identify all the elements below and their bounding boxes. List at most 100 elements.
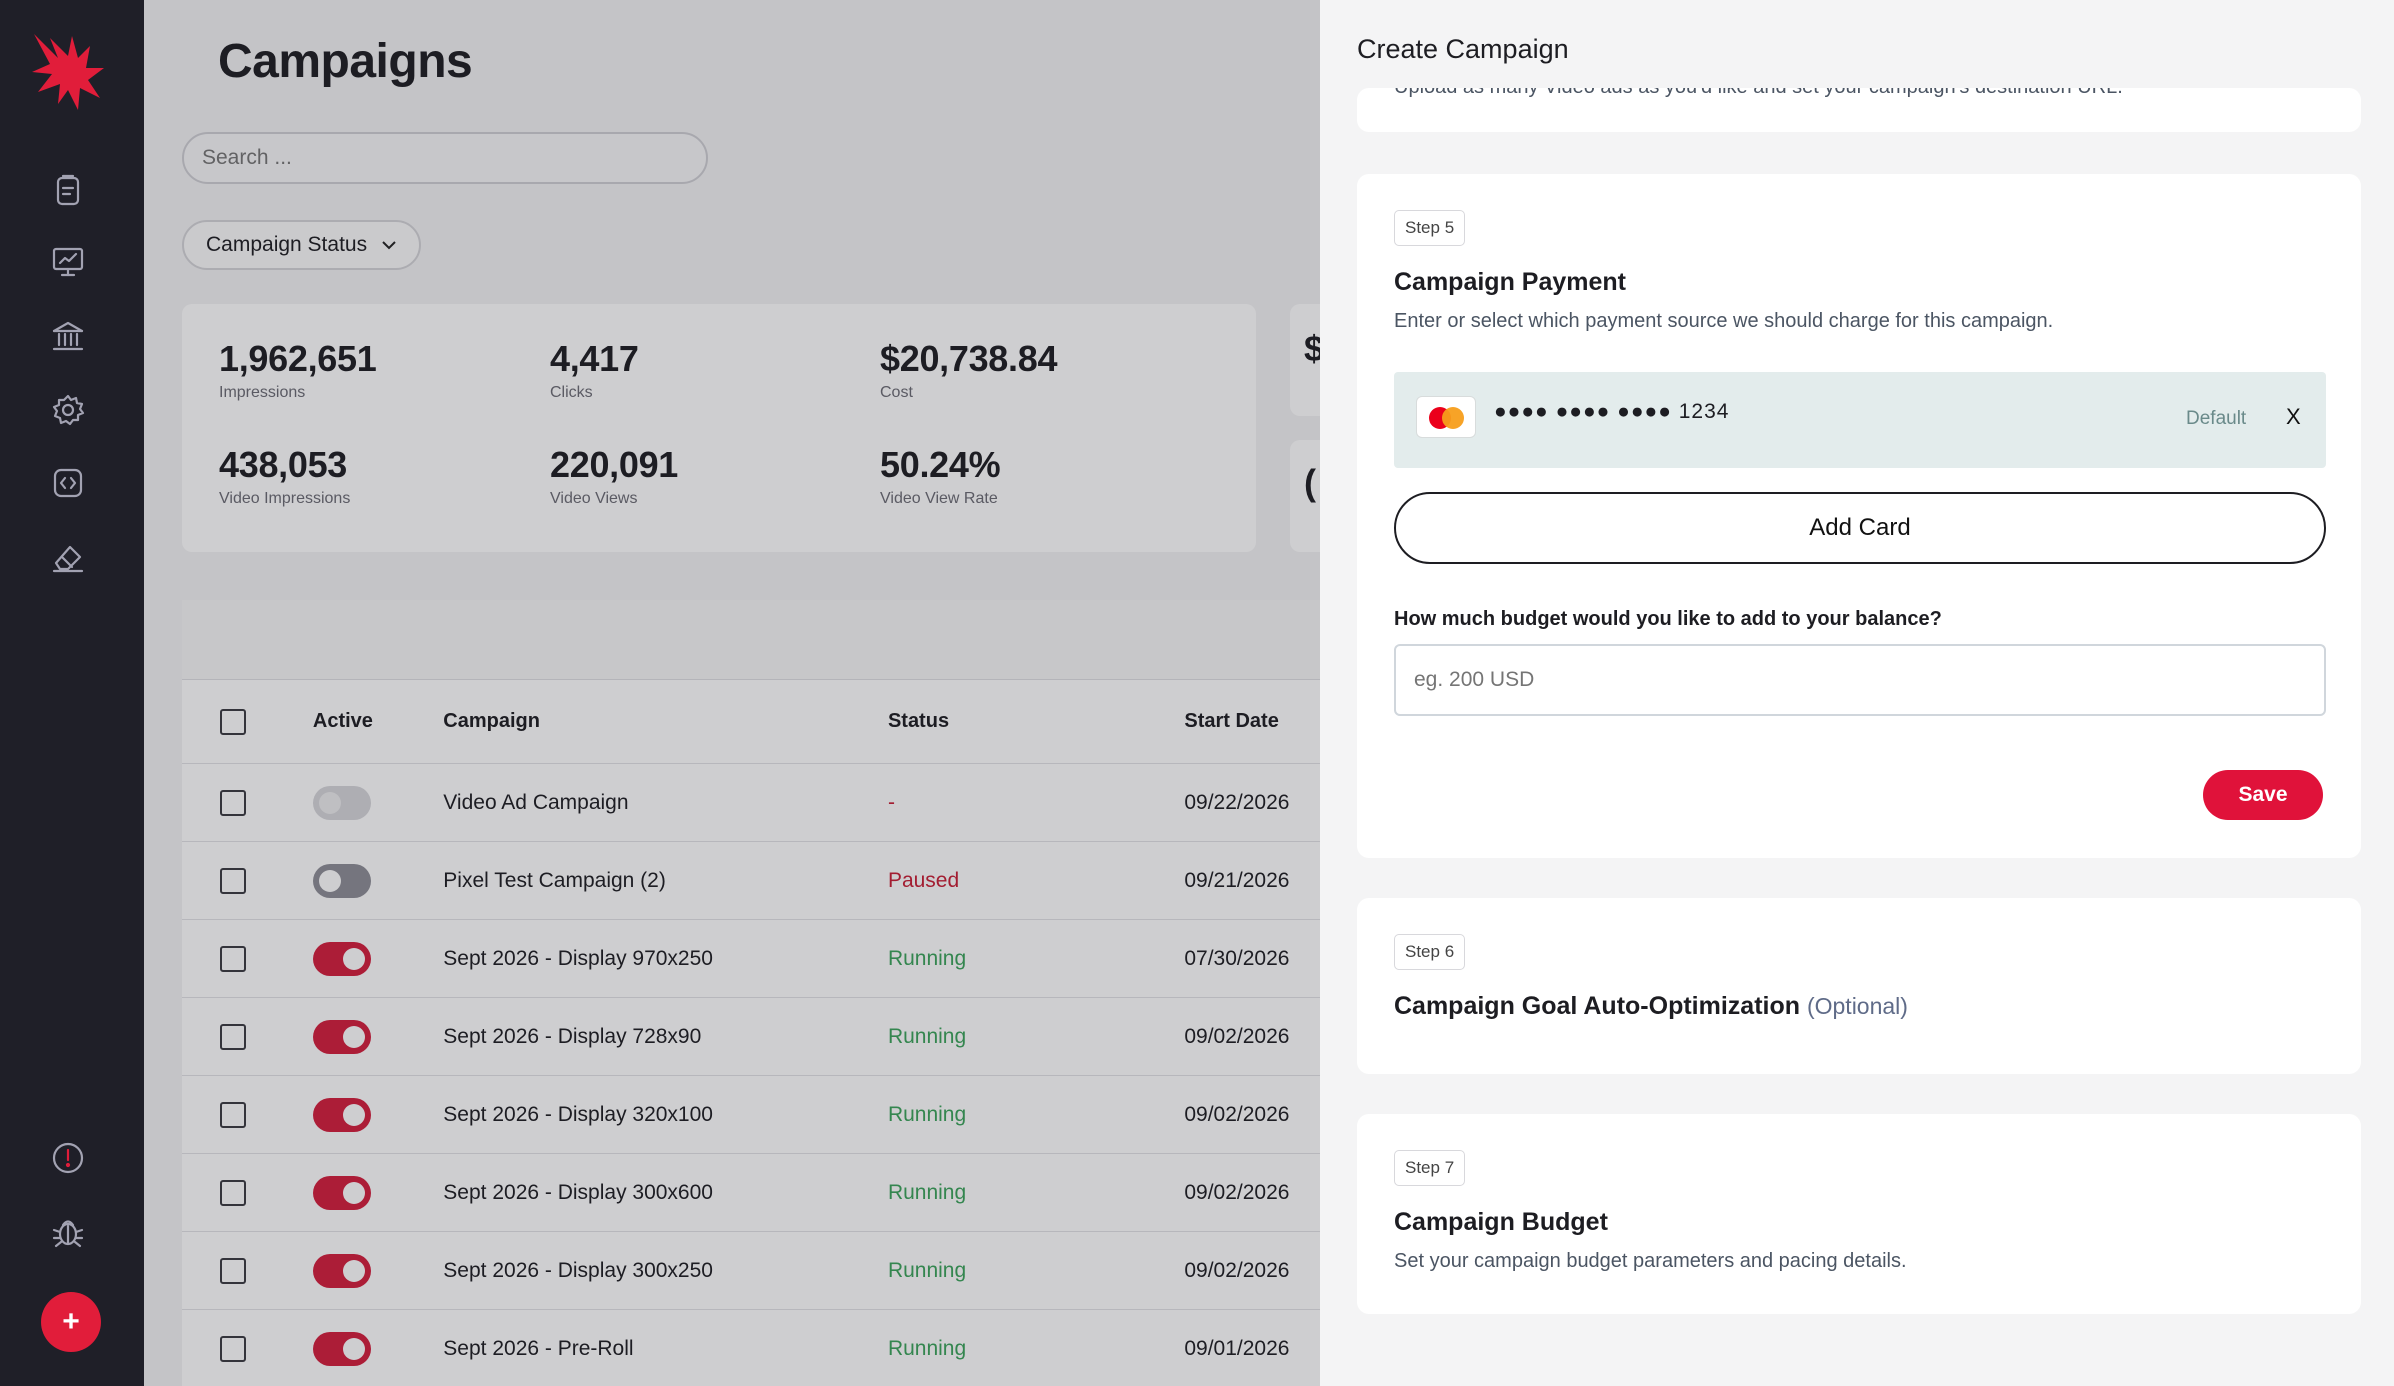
row-checkbox[interactable] xyxy=(220,867,246,894)
step4-card: Upload as many Video ads as you'd like a… xyxy=(1357,88,2361,132)
active-toggle[interactable] xyxy=(312,863,371,898)
stat-value: 50.24% xyxy=(880,444,1001,485)
payment-card-row[interactable]: ●●●● ●●●● ●●●● 1234 Default X xyxy=(1394,372,2326,468)
row-checkbox[interactable] xyxy=(220,1257,246,1284)
header-active[interactable]: Active xyxy=(313,710,443,733)
stat-cost: $20,738.84 Cost xyxy=(880,338,1057,402)
step6-badge: Step 6 xyxy=(1394,934,1466,970)
start-date: 09/02/2026 xyxy=(1184,1258,1290,1282)
presentation-chart-icon[interactable] xyxy=(48,242,88,282)
campaign-name[interactable]: Sept 2026 - Display 728x90 xyxy=(443,1025,888,1049)
remove-card-button[interactable]: X xyxy=(2286,404,2301,430)
stat-value: 220,091 xyxy=(550,444,679,485)
row-checkbox[interactable] xyxy=(220,1101,246,1128)
table-row[interactable]: Sept 2026 - Display 320x100 Running 09/02/… xyxy=(182,1076,1320,1154)
row-checkbox[interactable] xyxy=(220,1179,246,1206)
stat-label: Cost xyxy=(880,384,913,401)
stat-video-view-rate: 50.24% Video View Rate xyxy=(880,444,1001,508)
bug-icon[interactable] xyxy=(48,1212,88,1252)
start-date: 09/02/2026 xyxy=(1184,1102,1290,1126)
row-checkbox[interactable] xyxy=(220,945,246,972)
side-stats-card: ( xyxy=(1290,440,1320,552)
clipboard-icon[interactable] xyxy=(48,170,88,210)
start-date: 09/02/2026 xyxy=(1184,1024,1290,1048)
table-body: Video Ad Campaign - 09/22/2026 Pixel Test C… xyxy=(182,764,1320,1386)
row-checkbox[interactable] xyxy=(220,1335,246,1362)
status-text: Running xyxy=(887,1336,967,1360)
step6-card[interactable]: Step 6 Campaign Goal Auto-Optimization (… xyxy=(1357,898,2361,1074)
table-row[interactable]: Sept 2026 - Display 728x90 Running 09/02/2… xyxy=(182,998,1320,1076)
campaign-name[interactable]: Pixel Test Campaign (2) xyxy=(443,869,888,893)
status-text: Running xyxy=(887,1024,967,1048)
start-date: 09/01/2026 xyxy=(1184,1336,1290,1360)
main-content: Campaigns Campaign Status 1,962,651 Impr… xyxy=(144,0,1320,1386)
header-status[interactable]: Status xyxy=(888,710,1184,733)
eraser-icon[interactable] xyxy=(48,537,88,577)
step4-desc: Upload as many Video ads as you'd like a… xyxy=(1394,88,2123,99)
table-row[interactable]: Sept 2026 - Pre-Roll Running 09/01/2026 xyxy=(182,1310,1320,1386)
code-icon[interactable] xyxy=(48,463,88,503)
select-all-checkbox[interactable] xyxy=(220,708,246,735)
active-toggle[interactable] xyxy=(312,1253,371,1288)
default-label: Default xyxy=(2186,408,2247,429)
table-header-row: Active Campaign Status Start Date xyxy=(182,680,1320,764)
active-toggle[interactable] xyxy=(312,1097,371,1132)
campaign-name[interactable]: Sept 2026 - Display 300x250 xyxy=(443,1259,888,1283)
side-card-value: ( xyxy=(1304,462,1316,503)
save-button[interactable]: Save xyxy=(2203,770,2323,820)
header-start-date[interactable]: Start Date xyxy=(1184,710,1320,733)
status-text: Running xyxy=(887,946,967,970)
step6-optional: (Optional) xyxy=(1806,993,1908,1019)
header-campaign[interactable]: Campaign xyxy=(443,710,888,733)
row-checkbox[interactable] xyxy=(220,789,246,816)
stat-label: Impressions xyxy=(219,384,306,401)
table-row[interactable]: Video Ad Campaign - 09/22/2026 xyxy=(182,764,1320,842)
sidebar: + xyxy=(0,0,144,1386)
step5-title: Campaign Payment xyxy=(1394,268,1627,296)
row-checkbox[interactable] xyxy=(220,1023,246,1050)
active-toggle[interactable] xyxy=(312,941,371,976)
step7-card[interactable]: Step 7 Campaign Budget Set your campaign… xyxy=(1357,1114,2361,1314)
step5-card: Step 5 Campaign Payment Enter or select … xyxy=(1357,174,2361,858)
bank-icon[interactable] xyxy=(48,316,88,356)
start-date: 09/02/2026 xyxy=(1184,1180,1290,1204)
budget-input[interactable] xyxy=(1394,644,2326,716)
table-row[interactable]: Sept 2026 - Display 300x250 Running 09/02/… xyxy=(182,1232,1320,1310)
campaign-status-filter[interactable]: Campaign Status xyxy=(182,220,422,270)
step5-desc: Enter or select which payment source we … xyxy=(1394,310,2054,332)
table-row[interactable]: Sept 2026 - Display 970x250 Running 07/30/… xyxy=(182,920,1320,998)
stat-impressions: 1,962,651 Impressions xyxy=(219,338,377,402)
campaign-name[interactable]: Video Ad Campaign xyxy=(443,791,888,815)
eagle-logo-icon[interactable] xyxy=(28,28,108,114)
alert-icon[interactable] xyxy=(48,1138,88,1178)
status-text: Running xyxy=(887,1102,967,1126)
campaigns-table: Active Campaign Status Start Date Video … xyxy=(182,600,1320,1386)
card-masked-digits: ●●●● ●●●● ●●●● xyxy=(1494,400,1672,423)
table-row[interactable]: Pixel Test Campaign (2) Paused 09/21/2026 xyxy=(182,842,1320,920)
status-text: Paused xyxy=(887,868,960,892)
search-input[interactable] xyxy=(182,132,708,184)
stat-label: Video View Rate xyxy=(880,490,998,507)
stat-value: 1,962,651 xyxy=(219,338,377,379)
settings-gear-icon[interactable] xyxy=(48,390,88,430)
side-card-value: $ xyxy=(1304,328,1320,369)
campaign-name[interactable]: Sept 2026 - Display 970x250 xyxy=(443,947,888,971)
active-toggle[interactable] xyxy=(312,1019,371,1054)
campaign-name[interactable]: Sept 2026 - Display 300x600 xyxy=(443,1181,888,1205)
table-row[interactable]: Sept 2026 - Display 300x600 Running 09/02/… xyxy=(182,1154,1320,1232)
create-fab-button[interactable]: + xyxy=(41,1292,101,1352)
mastercard-icon xyxy=(1416,396,1476,438)
campaign-name[interactable]: Sept 2026 - Pre-Roll xyxy=(443,1337,888,1361)
add-card-button[interactable]: Add Card xyxy=(1394,492,2326,564)
stats-card: 1,962,651 Impressions 4,417 Clicks $20,7… xyxy=(182,304,1256,552)
card-last4: 1234 xyxy=(1678,400,1730,423)
start-date: 07/30/2026 xyxy=(1184,946,1290,970)
campaign-name[interactable]: Sept 2026 - Display 320x100 xyxy=(443,1103,888,1127)
page-title: Campaigns xyxy=(218,35,473,88)
step7-title: Campaign Budget xyxy=(1394,1208,1608,1236)
active-toggle[interactable] xyxy=(312,1331,371,1366)
step6-title: Campaign Goal Auto-Optimization (Optiona… xyxy=(1394,992,1908,1021)
chevron-down-icon xyxy=(382,241,396,250)
active-toggle[interactable] xyxy=(312,1175,371,1210)
stat-video-impressions: 438,053 Video Impressions xyxy=(219,444,350,508)
